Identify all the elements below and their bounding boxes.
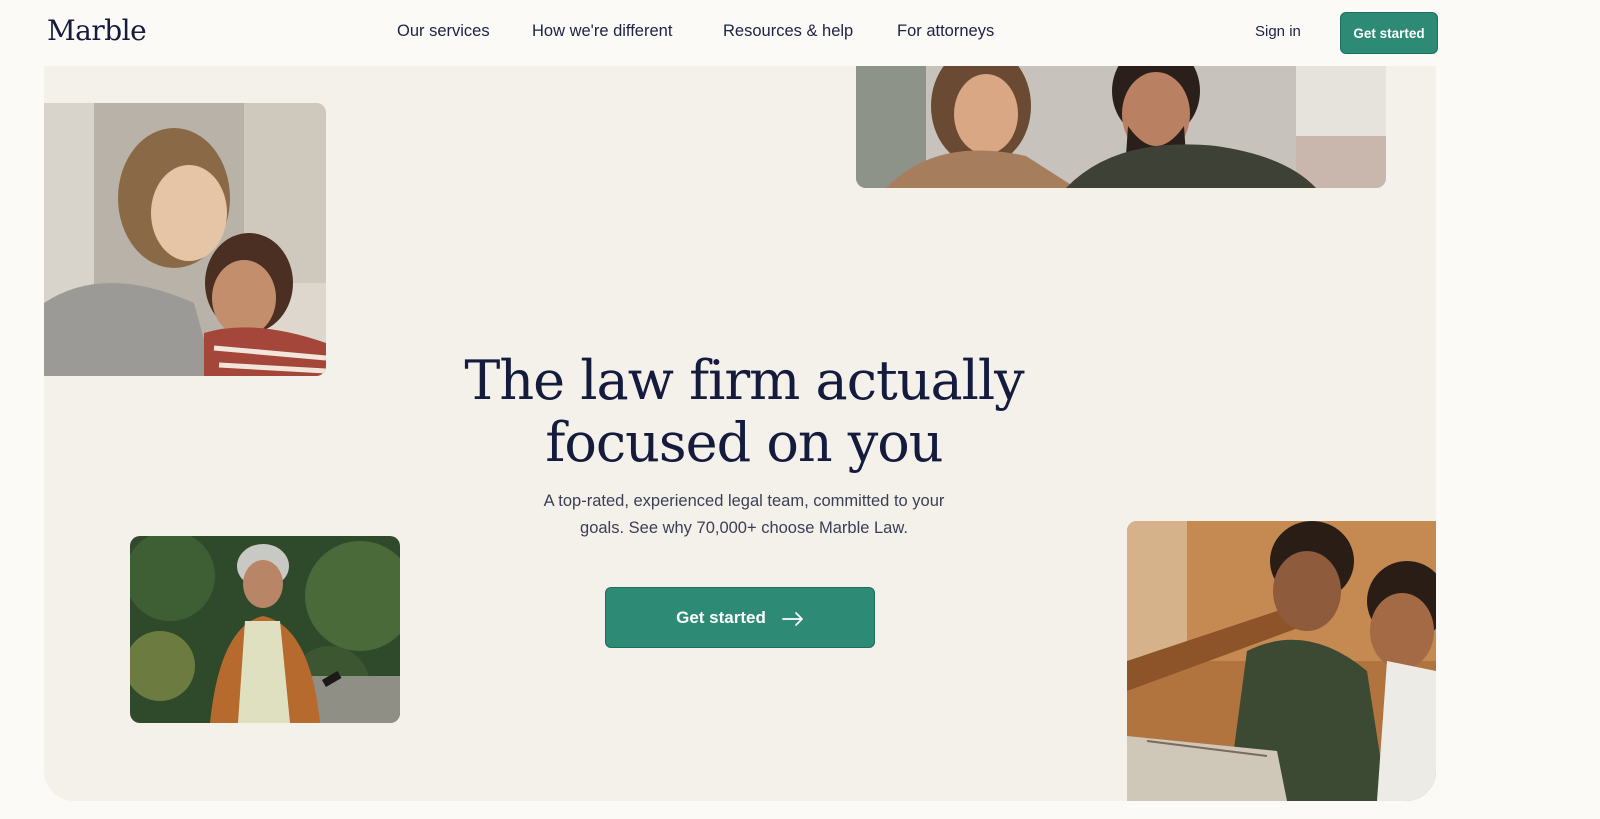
photo-mother-daughter	[44, 103, 326, 376]
hero-subtitle-line-1: A top-rated, experienced legal team, com…	[543, 492, 945, 510]
marble-logo[interactable]: Marble	[47, 14, 147, 47]
nav-resources-help[interactable]: Resources & help	[723, 22, 853, 41]
nav-for-attorneys[interactable]: For attorneys	[897, 22, 994, 41]
sign-in-link[interactable]: Sign in	[1255, 23, 1301, 40]
hero-subtitle: A top-rated, experienced legal team, com…	[499, 488, 989, 542]
hero-subtitle-line-2: goals. See why 70,000+ choose Marble Law…	[580, 519, 908, 537]
photo-woman-phone	[130, 536, 400, 723]
hero-get-started-label: Get started	[676, 607, 766, 627]
hero-headline-line-1: The law firm actually	[464, 349, 1024, 412]
hero-section: The law firm actually focused on you A t…	[44, 66, 1436, 801]
header-get-started-button[interactable]: Get started	[1340, 12, 1438, 54]
photo-couple-reviewing	[856, 66, 1386, 188]
photo-kids-reading	[1127, 521, 1436, 801]
hero-get-started-button[interactable]: Get started	[605, 587, 875, 648]
arrow-right-icon	[781, 611, 804, 626]
site-header: Marble Our services How we're different …	[0, 0, 1600, 66]
nav-our-services[interactable]: Our services	[397, 22, 490, 41]
hero-headline: The law firm actually focused on you	[384, 350, 1104, 474]
nav-how-different[interactable]: How we're different	[532, 22, 672, 41]
hero-headline-line-2: focused on you	[545, 411, 943, 474]
